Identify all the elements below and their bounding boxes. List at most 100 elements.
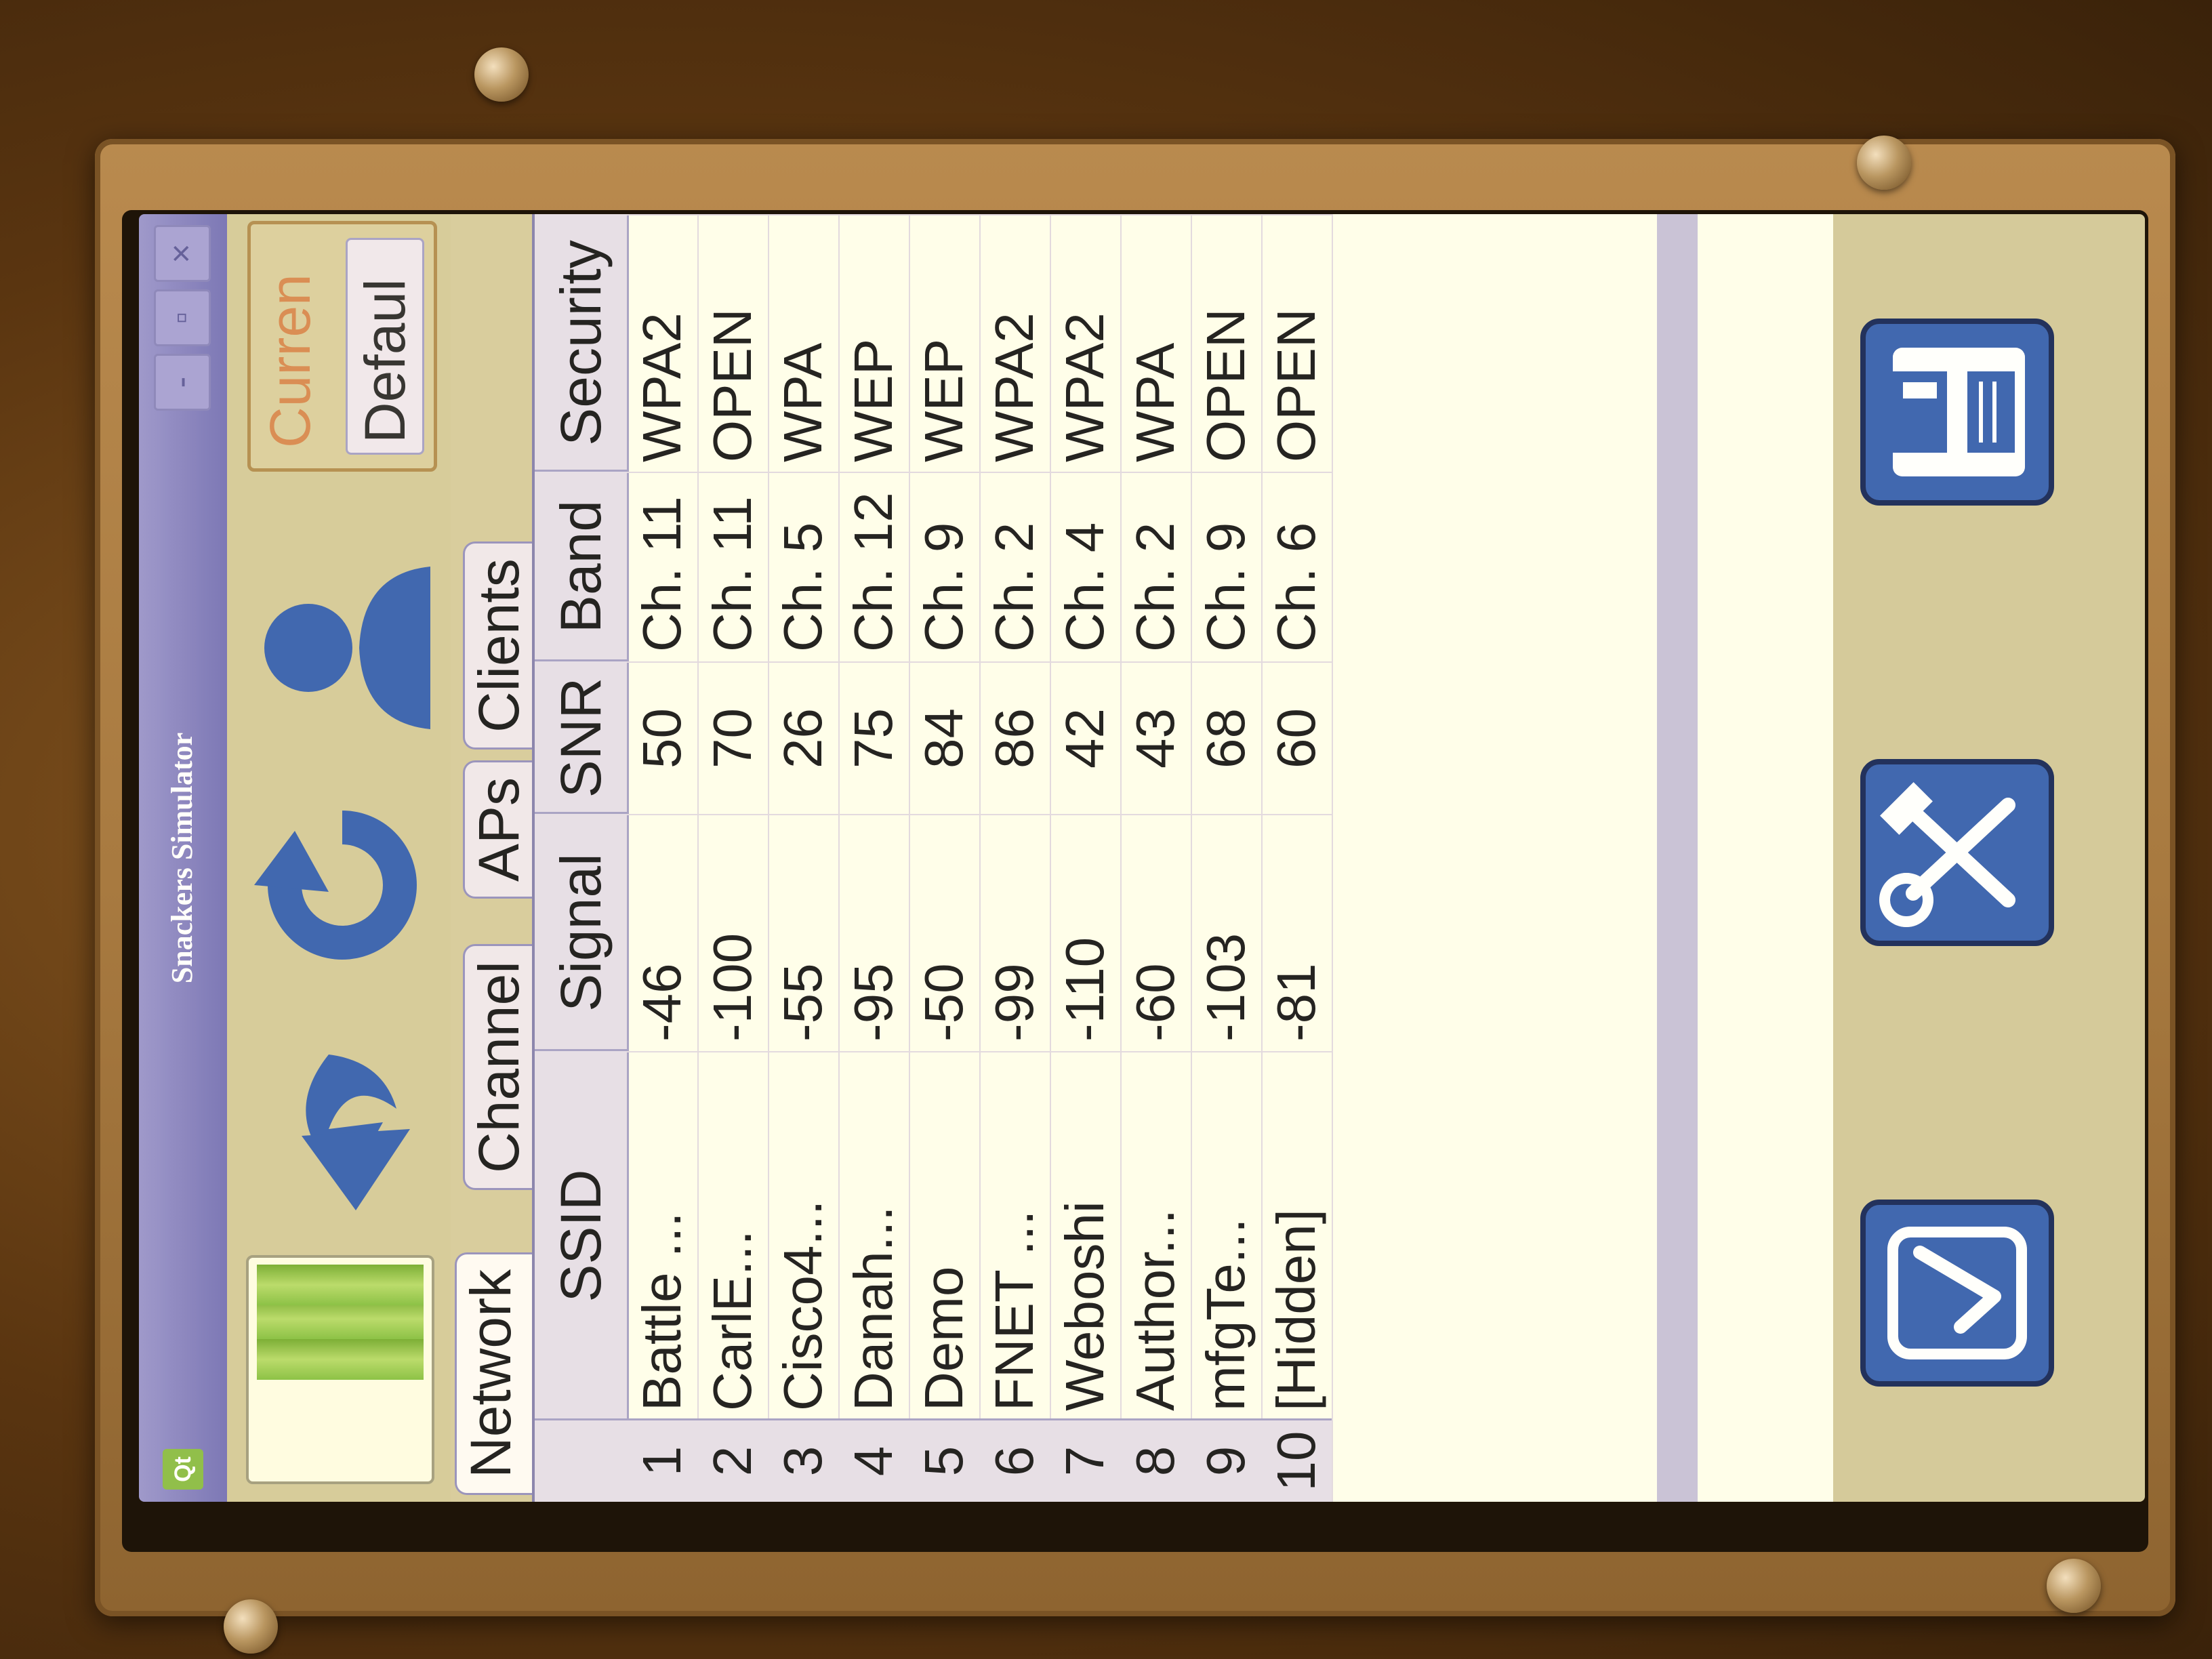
restore-button[interactable]: ▫	[154, 289, 211, 346]
table-row[interactable]: 9 mfgTe... -103 68 Ch. 9 OPEN	[1191, 214, 1263, 1502]
tab-clients[interactable]: Clients	[463, 541, 534, 750]
save-button[interactable]	[1860, 319, 2054, 506]
close-button[interactable]: ×	[154, 225, 211, 282]
cell-ssid: FNET ...	[979, 1051, 1050, 1420]
undo-icon[interactable]	[247, 1021, 437, 1224]
corner-cell	[535, 1418, 627, 1502]
column-header-security[interactable]: Security	[535, 214, 627, 472]
cell-band: Ch. 12	[838, 472, 909, 661]
cell-security: OPEN	[697, 214, 768, 472]
tab-network[interactable]: Network	[455, 1252, 534, 1495]
cell-band: Ch. 11	[697, 472, 768, 661]
tab-bar: Network Channel APs Clients	[451, 214, 534, 1502]
cell-signal: -50	[909, 814, 979, 1051]
cell-security: WPA2	[1050, 214, 1120, 472]
table-row[interactable]: 3 Cisco4... -55 26 Ch. 5 WPA	[768, 214, 840, 1502]
cell-ssid: mfgTe...	[1191, 1051, 1261, 1420]
table-header: SSID Signal SNR Band Security	[535, 214, 629, 1502]
cell-ssid: Author...	[1120, 1051, 1191, 1420]
table-row[interactable]: 6 FNET ... -99 86 Ch. 2 WPA2	[979, 214, 1051, 1502]
row-number: 10	[1261, 1418, 1332, 1502]
cell-snr: 68	[1191, 661, 1261, 814]
table-row[interactable]: 5 Demo -50 84 Ch. 9 WEP	[909, 214, 981, 1502]
cell-signal: -60	[1120, 814, 1191, 1051]
cell-security: WEP	[909, 214, 979, 472]
cell-snr: 50	[627, 661, 697, 814]
cell-band: Ch. 11	[627, 472, 697, 661]
confirm-button[interactable]	[1860, 1200, 2054, 1387]
cell-snr: 86	[979, 661, 1050, 814]
row-number: 1	[627, 1418, 697, 1502]
cell-snr: 60	[1261, 661, 1332, 814]
cell-signal: -46	[627, 814, 697, 1051]
row-number: 7	[1050, 1418, 1120, 1502]
action-bar	[1833, 214, 2145, 1502]
cell-band: Ch. 9	[1191, 472, 1261, 661]
cell-security: WPA	[768, 214, 838, 472]
cell-ssid: CarlE...	[697, 1051, 768, 1420]
row-number: 3	[768, 1418, 838, 1502]
device-screen: Qt Snackers Simulator - ▫ × Curren Defau…	[139, 214, 2145, 1502]
cell-signal: -99	[979, 814, 1050, 1051]
cell-signal: -100	[697, 814, 768, 1051]
minimize-button[interactable]: -	[154, 354, 211, 411]
cell-snr: 26	[768, 661, 838, 814]
column-header-band[interactable]: Band	[535, 470, 627, 661]
column-header-snr[interactable]: SNR	[535, 659, 627, 814]
cell-signal: -55	[768, 814, 838, 1051]
default-profile-button[interactable]: Defaul	[346, 238, 424, 455]
cell-band: Ch. 6	[1261, 472, 1332, 661]
battery-icon	[246, 1255, 434, 1484]
cell-snr: 84	[909, 661, 979, 814]
cell-signal: -103	[1191, 814, 1261, 1051]
cell-security: WPA2	[627, 214, 697, 472]
cell-snr: 42	[1050, 661, 1120, 814]
cell-ssid: Weboshi	[1050, 1051, 1120, 1420]
column-header-signal[interactable]: Signal	[535, 812, 627, 1051]
column-header-ssid[interactable]: SSID	[535, 1049, 627, 1420]
tools-icon	[1879, 782, 2015, 927]
table-row[interactable]: 4 Danah... -95 75 Ch. 12 WEP	[838, 214, 910, 1502]
table-row[interactable]: 10 [Hidden] -81 60 Ch. 6 OPEN	[1261, 214, 1333, 1502]
screw-icon	[474, 47, 529, 102]
table-row[interactable]: 2 CarlE... -100 70 Ch. 11 OPEN	[697, 214, 769, 1502]
user-icon[interactable]	[247, 546, 437, 750]
table-row[interactable]: 7 Weboshi -110 42 Ch. 4 WPA2	[1050, 214, 1122, 1502]
cell-snr: 70	[697, 661, 768, 814]
cell-security: WPA2	[979, 214, 1050, 472]
network-table: SSID Signal SNR Band Security 1 Battle ..…	[532, 214, 1836, 1502]
row-number: 2	[697, 1418, 768, 1502]
cell-ssid: Cisco4...	[768, 1051, 838, 1420]
cell-band: Ch. 2	[979, 472, 1050, 661]
cell-security: OPEN	[1191, 214, 1261, 472]
row-number: 5	[909, 1418, 979, 1502]
table-row[interactable]: 1 Battle ... -46 50 Ch. 11 WPA2	[627, 214, 699, 1502]
current-label: Curren	[258, 274, 322, 448]
tab-aps[interactable]: APs	[463, 760, 534, 899]
cell-snr: 75	[838, 661, 909, 814]
profile-selector[interactable]: Curren Defaul	[247, 221, 437, 472]
app-window: Qt Snackers Simulator - ▫ × Curren Defau…	[139, 214, 2145, 1502]
cell-band: Ch. 9	[909, 472, 979, 661]
table-scroll-area[interactable]	[1657, 214, 1698, 1502]
row-number: 4	[838, 1418, 909, 1502]
title-bar: Qt Snackers Simulator - ▫ ×	[139, 214, 227, 1502]
refresh-icon[interactable]	[247, 783, 437, 987]
tab-channel[interactable]: Channel	[463, 944, 534, 1190]
cell-signal: -81	[1261, 814, 1332, 1051]
tools-button[interactable]	[1860, 759, 2054, 946]
cell-security: WPA	[1120, 214, 1191, 472]
row-number: 6	[979, 1418, 1050, 1502]
save-icon	[1893, 348, 2025, 476]
cell-signal: -110	[1050, 814, 1120, 1051]
cell-signal: -95	[838, 814, 909, 1051]
table-row[interactable]: 8 Author... -60 43 Ch. 2 WPA	[1120, 214, 1192, 1502]
screw-icon	[1857, 136, 1911, 190]
cell-security: OPEN	[1261, 214, 1332, 472]
cell-ssid: Danah...	[838, 1051, 909, 1420]
checkmark-icon	[1887, 1227, 2027, 1359]
cell-snr: 43	[1120, 661, 1191, 814]
row-number: 9	[1191, 1418, 1261, 1502]
cell-band: Ch. 2	[1120, 472, 1191, 661]
cell-band: Ch. 4	[1050, 472, 1120, 661]
